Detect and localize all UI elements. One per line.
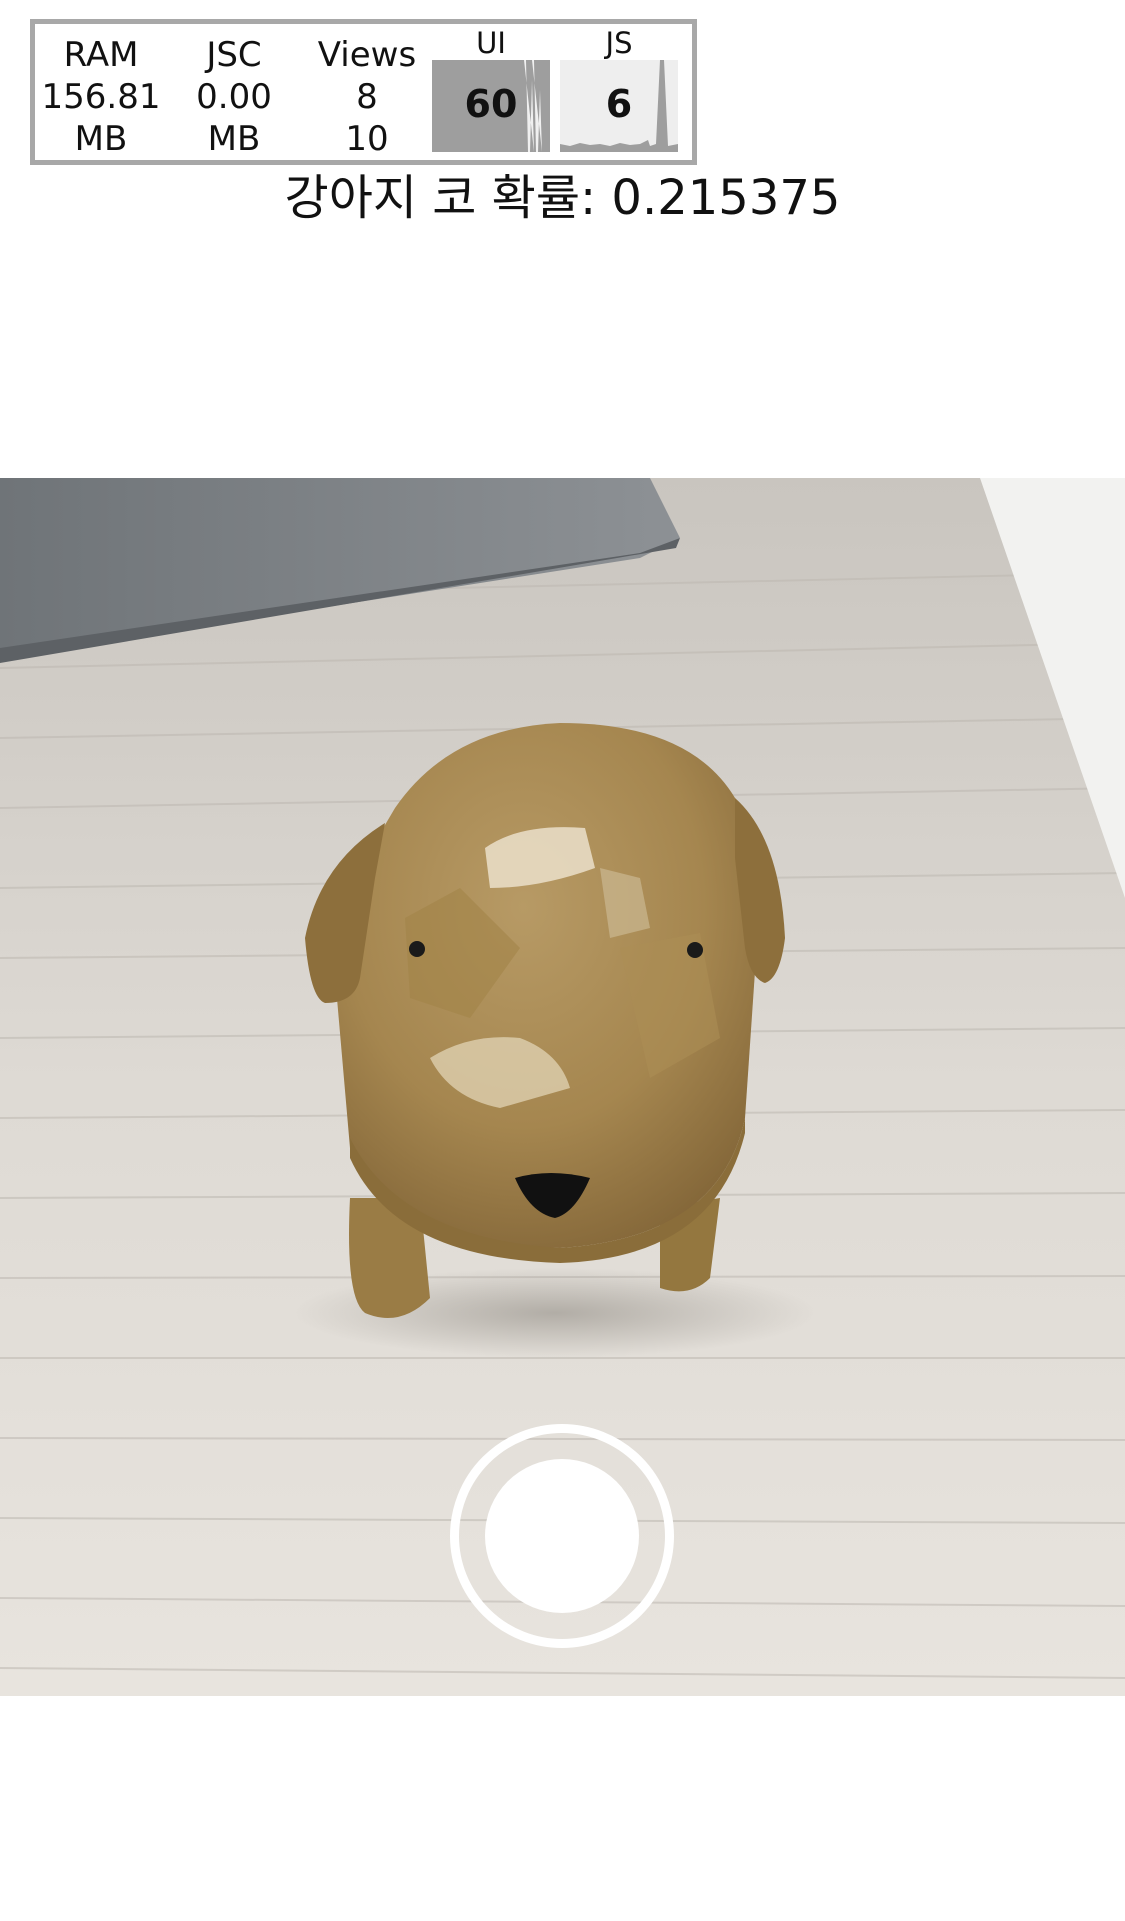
perf-js-fps-value: 6 [605, 82, 633, 126]
perf-ram: RAM 156.81 MB [35, 24, 167, 160]
perf-views-label: Views [317, 35, 417, 75]
perf-jsc-label: JSC [206, 35, 262, 75]
perf-jsc-unit: MB [207, 119, 261, 159]
perf-ui-label: UI [476, 26, 506, 60]
perf-js-fps-graph: 6 [560, 60, 678, 152]
dog-nose-probability-text: 강아지 코 확률: 0.215375 [284, 170, 841, 226]
perf-ram-unit: MB [74, 119, 128, 159]
perf-ram-label: RAM [63, 35, 139, 75]
perf-jsc: JSC 0.00 MB [168, 24, 300, 160]
perf-jsc-value: 0.00 [196, 77, 272, 117]
perf-monitor: RAM 156.81 MB JSC 0.00 MB Views 8 10 UI … [30, 19, 697, 165]
perf-ui-fps-graph: 60 [432, 60, 550, 152]
perf-ram-value: 156.81 [41, 77, 161, 117]
camera-preview [0, 478, 1125, 1696]
shutter-button[interactable] [450, 1424, 674, 1648]
perf-views-total: 10 [345, 119, 389, 159]
perf-ui-fps-value: 60 [464, 82, 518, 126]
perf-js-label: JS [605, 26, 633, 60]
perf-views-visible: 8 [356, 77, 378, 117]
perf-views: Views 8 10 [301, 24, 433, 160]
shutter-button-icon[interactable] [485, 1459, 639, 1613]
